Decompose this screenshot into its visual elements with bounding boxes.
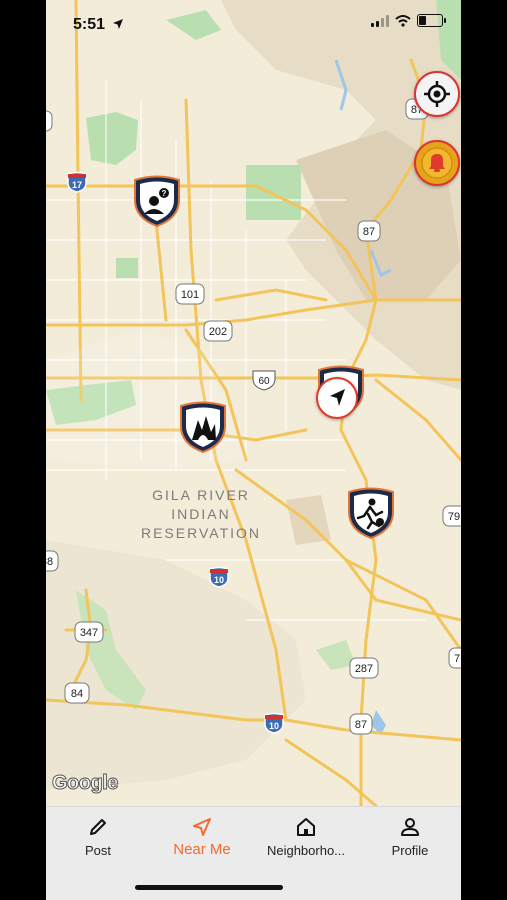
us-60-shield: 60 — [252, 370, 276, 391]
shield-number: 287 — [355, 663, 373, 675]
route-202-shield: 202 — [203, 320, 233, 342]
shield-number: 7 — [454, 653, 460, 665]
tab-neighborhood[interactable]: Neighborho... — [254, 815, 358, 858]
alert-button[interactable] — [414, 140, 460, 186]
tab-label: Near Me — [173, 841, 231, 858]
app-screen: 17 10 10 60 101 202 87 87 87 347 84 287 … — [46, 0, 461, 900]
person-question-icon[interactable]: ? — [132, 174, 182, 228]
fire-icon[interactable] — [178, 400, 228, 454]
location-arrow-icon — [113, 19, 123, 29]
route-87-shield: 87 — [349, 713, 373, 735]
wifi-icon — [395, 14, 411, 27]
status-icons — [371, 14, 446, 27]
tab-post[interactable]: Post — [46, 815, 150, 858]
tab-near-me[interactable]: Near Me — [150, 815, 254, 858]
shield-number: 10 — [269, 721, 279, 731]
shield-number: 84 — [71, 688, 83, 700]
region-label-line: INDIAN — [171, 506, 231, 522]
interstate-10-shield: 10 — [264, 712, 284, 734]
cellular-signal-icon — [371, 14, 389, 27]
map-view[interactable] — [46, 0, 461, 806]
shield-number: 79 — [448, 511, 460, 523]
region-label-line: GILA RIVER — [152, 487, 250, 503]
shield-number: 101 — [181, 289, 199, 301]
person-icon — [401, 818, 419, 836]
interstate-10-shield: 10 — [209, 566, 229, 588]
locate-me-button[interactable] — [414, 71, 460, 117]
pencil-icon — [90, 819, 106, 835]
tab-label: Post — [84, 843, 111, 858]
shield-number: 347 — [80, 627, 98, 639]
crosshair-icon — [424, 81, 450, 107]
route-79-shield: 79 — [442, 505, 461, 527]
home-indicator[interactable] — [135, 885, 283, 890]
shield-number: 38 — [46, 556, 53, 568]
route-8-shield: 8 — [46, 110, 53, 132]
tab-profile[interactable]: Profile — [358, 815, 461, 858]
current-location-marker[interactable] — [316, 377, 358, 419]
navigation-arrow-icon — [330, 389, 345, 406]
running-thief-icon[interactable] — [346, 486, 396, 540]
tab-label: Neighborho... — [266, 843, 346, 858]
interstate-17-shield: 17 — [67, 171, 87, 193]
bell-alert-icon — [421, 147, 453, 179]
google-attribution[interactable]: Google — [52, 772, 119, 795]
shield-number: 17 — [72, 180, 82, 190]
navigation-arrow-icon — [193, 818, 211, 836]
shield-number: 60 — [258, 376, 270, 387]
route-38-shield: 38 — [46, 550, 59, 572]
battery-icon — [417, 14, 446, 27]
route-287-shield: 287 — [349, 657, 379, 679]
park-area — [246, 165, 301, 220]
route-84-shield: 84 — [64, 682, 90, 704]
status-bar: 5:51 — [46, 0, 461, 48]
tab-label: Profile — [391, 843, 429, 858]
route-7-shield: 7 — [448, 647, 461, 669]
shield-number: 87 — [363, 226, 375, 238]
shield-number: 202 — [209, 326, 227, 338]
status-time: 5:51 — [73, 16, 106, 33]
route-101-shield: 101 — [175, 283, 205, 305]
route-87-shield: 87 — [357, 220, 381, 242]
region-label-line: RESERVATION — [140, 525, 262, 541]
shield-number: 10 — [214, 575, 224, 585]
svg-text:?: ? — [162, 189, 167, 198]
shield-number: 87 — [355, 719, 367, 731]
park-area — [116, 258, 138, 278]
route-347-shield: 347 — [74, 621, 104, 643]
region-label: GILA RIVER INDIAN RESERVATION — [126, 486, 276, 543]
house-icon — [297, 818, 315, 836]
